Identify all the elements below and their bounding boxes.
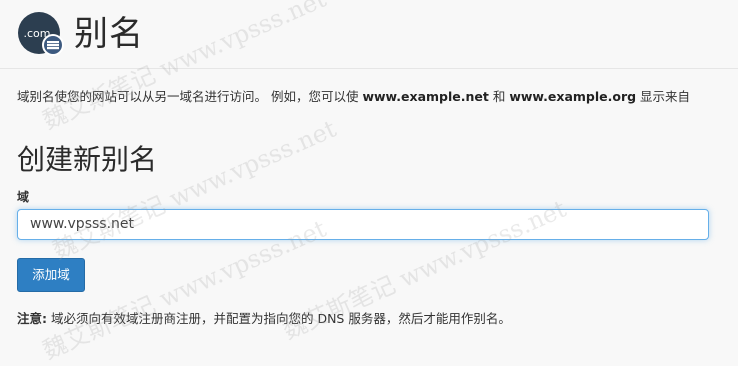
description-and: 和: [488, 89, 510, 104]
add-domain-button[interactable]: 添加域: [17, 258, 85, 292]
note-text: 域必须向有效域注册商注册，并配置为指向您的 DNS 服务器，然后才能用作别名。: [47, 311, 511, 326]
description-text-end: 显示来自: [636, 89, 691, 104]
note-label: 注意:: [17, 311, 47, 326]
create-alias-heading: 创建新别名: [17, 143, 158, 176]
page-description: 域别名使您的网站可以从另一域名进行访问。 例如，您可以使 www.example…: [17, 86, 690, 105]
example-domain-2: www.example.org: [509, 89, 637, 104]
note: 注意: 域必须向有效域注册商注册，并配置为指向您的 DNS 服务器，然后才能用作…: [17, 308, 511, 327]
domain-input[interactable]: www.vpsss.net: [17, 209, 709, 240]
domain-alias-icon: .com: [18, 12, 64, 56]
domain-label: 域: [17, 190, 30, 204]
page-title: 别名: [74, 14, 144, 54]
watermark: 魏艾斯笔记 www.vpsss.net: [48, 114, 341, 265]
description-text: 域别名使您的网站可以从另一域名进行访问。 例如，您可以使: [17, 89, 363, 104]
page-header: .com 别名: [0, 0, 738, 69]
example-domain-1: www.example.net: [362, 89, 489, 104]
